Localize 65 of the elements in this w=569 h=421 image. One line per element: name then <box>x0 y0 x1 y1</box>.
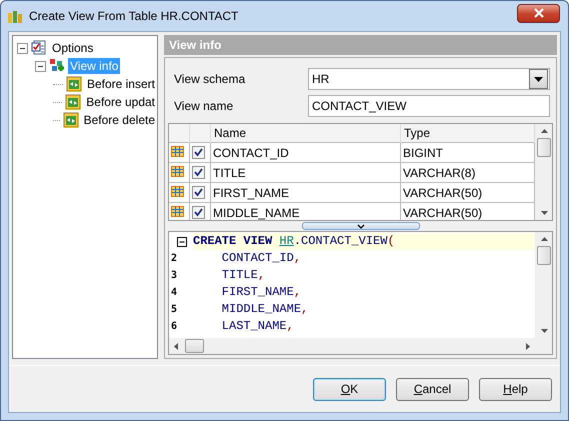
code-line: CONTACT_ID, <box>220 250 302 267</box>
checkbox[interactable] <box>192 146 205 159</box>
table-icon <box>171 186 184 196</box>
table-icon <box>171 146 184 156</box>
scroll-right-icon[interactable] <box>526 342 530 350</box>
column-header[interactable]: Type <box>400 124 534 142</box>
scroll-up-icon[interactable] <box>540 237 548 241</box>
trigger-icon <box>62 112 79 128</box>
dropdown-arrow-icon <box>534 76 543 82</box>
trigger-icon <box>66 76 82 92</box>
sql-editor[interactable]: CREATE VIEW HR.CONTACT_VIEW( 2 CONTACT_ID, 3 TITLE, 4 FIRST_NAME, 5 MIDDLE_NAME, 6 LAST_NAME, <box>168 231 553 355</box>
collapse-toggle[interactable] <box>35 60 46 72</box>
dialog-button[interactable]: Cancel <box>396 378 469 400</box>
tree-item[interactable]: Before delete <box>82 112 157 128</box>
field-label: View schema <box>174 72 246 86</box>
scroll-left-icon[interactable] <box>174 342 178 350</box>
scrollbar[interactable] <box>535 232 552 338</box>
code-line: MIDDLE_NAME, <box>220 301 310 318</box>
scrollbar[interactable] <box>535 124 552 220</box>
line-number: 2 <box>171 253 178 264</box>
line-number: 5 <box>171 304 178 315</box>
table-cell: CONTACT_ID <box>210 142 400 162</box>
table-icon <box>171 166 184 176</box>
line-number: 6 <box>171 321 178 332</box>
line-number: 4 <box>171 287 178 298</box>
tree-item[interactable]: Before insert <box>84 76 157 92</box>
table-cell: FIRST_NAME <box>210 182 400 202</box>
collapse-toggle[interactable] <box>17 42 28 54</box>
splitter-handle[interactable] <box>302 222 420 230</box>
tree-item[interactable]: Options <box>50 40 96 56</box>
checkbox[interactable] <box>192 206 205 219</box>
input-field[interactable]: CONTACT_VIEW <box>308 95 550 117</box>
scroll-thumb[interactable] <box>537 246 551 265</box>
checklist-icon <box>31 40 47 56</box>
app-icon <box>7 8 23 24</box>
code-line: TITLE, <box>220 267 266 284</box>
dialog-button[interactable]: Help <box>479 378 552 400</box>
line-number: 3 <box>171 270 178 281</box>
scrollbar[interactable] <box>169 338 552 354</box>
scroll-up-icon[interactable] <box>540 129 548 133</box>
table-cell: TITLE <box>210 162 400 182</box>
section-header: View info <box>164 35 557 55</box>
column-header[interactable]: Name <box>210 124 400 142</box>
schema-dropdown[interactable]: HR <box>308 68 550 90</box>
fold-toggle[interactable] <box>177 236 187 246</box>
tree-item[interactable]: Before updat <box>84 94 157 110</box>
trigger-icon <box>65 94 82 110</box>
close-icon <box>532 8 544 18</box>
field-label: View name <box>174 99 234 113</box>
code-line: FIRST_NAME, <box>220 284 302 301</box>
checkbox[interactable] <box>192 166 205 179</box>
dialog-button[interactable]: OK <box>313 378 386 400</box>
scroll-thumb[interactable] <box>185 339 204 353</box>
diagram-icon <box>49 58 65 74</box>
scroll-thumb[interactable] <box>537 138 551 157</box>
table-cell: BIGINT <box>400 142 534 162</box>
close-button[interactable] <box>517 4 560 22</box>
table-icon <box>171 206 184 216</box>
table-cell: VARCHAR(50) <box>400 182 534 202</box>
table-cell: VARCHAR(8) <box>400 162 534 182</box>
scroll-down-icon[interactable] <box>540 211 548 215</box>
scroll-down-icon[interactable] <box>540 329 548 333</box>
window-title: Create View From Table HR.CONTACT <box>29 9 240 23</box>
checkbox[interactable] <box>192 186 205 199</box>
code-line: LAST_NAME, <box>220 318 295 335</box>
